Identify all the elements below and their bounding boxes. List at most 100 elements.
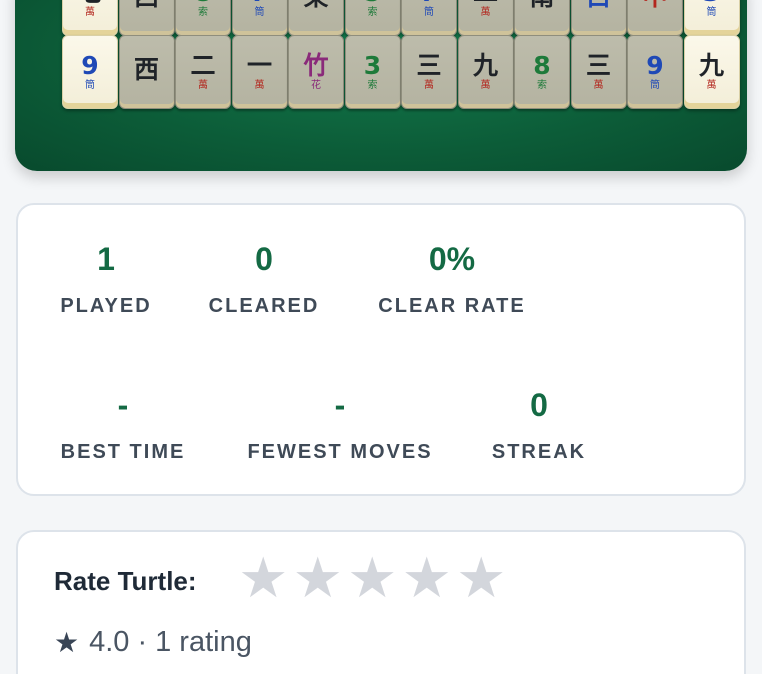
tile-row-2: 9筒西二萬一萬竹花3索三萬九萬8索三萬9筒九萬 [62, 35, 740, 109]
star-icon[interactable]: ★ [291, 550, 346, 606]
mahjong-tile[interactable]: 3索 [344, 35, 401, 109]
tile-face: 7 [420, 0, 437, 5]
tile-suit: 索 [367, 7, 378, 18]
stat-played: 1 PLAYED [18, 243, 194, 318]
tile-face: 九 [698, 51, 724, 80]
tile-suit: 萬 [593, 80, 604, 91]
tile-suit: 筒 [650, 80, 660, 91]
game-board: 七萬西8索7筒東5索7筒二萬南白中3筒 9筒西二萬一萬竹花3索三萬九萬8索三萬9… [15, 0, 747, 171]
mahjong-tile[interactable]: 南 [514, 0, 570, 36]
mahjong-tile[interactable]: 二萬 [457, 0, 514, 36]
mahjong-tile[interactable]: 白 [570, 0, 627, 36]
tile-face: 七 [77, 0, 102, 5]
mahjong-tile[interactable]: 8索 [175, 0, 231, 36]
mahjong-tile[interactable]: 三萬 [401, 35, 457, 109]
tile-face: 中 [642, 0, 667, 9]
stat-best-time: - BEST TIME [48, 389, 198, 464]
tile-suit: 筒 [706, 7, 717, 18]
stat-cleared: 0 CLEARED [196, 243, 332, 318]
tile-suit: 萬 [254, 80, 265, 91]
tile-face: 三 [416, 51, 442, 80]
tile-face: 8 [194, 0, 211, 5]
tile-suit: 筒 [424, 7, 434, 18]
mahjong-tile[interactable]: 西 [118, 0, 175, 36]
tile-face: 二 [473, 0, 498, 5]
tile-suit: 萬 [480, 80, 491, 91]
mahjong-tile[interactable]: 7筒 [231, 0, 288, 36]
mahjong-tile[interactable]: 7筒 [401, 0, 457, 36]
mahjong-tile[interactable]: 九萬 [457, 35, 514, 109]
stat-streak: 0 STREAK [484, 389, 594, 464]
tile-suit: 萬 [198, 80, 208, 91]
tile-face: 西 [133, 54, 159, 84]
stat-fewest-moves-label: FEWEST MOVES [247, 441, 433, 463]
tile-face: 3 [703, 0, 720, 5]
tile-face: 3 [363, 51, 382, 80]
rating-average: 4.0 [89, 626, 130, 658]
mahjong-tile[interactable]: 西 [118, 35, 175, 109]
star-filled-icon: ★ [54, 627, 80, 658]
tile-suit: 索 [367, 80, 378, 91]
tile-suit: 萬 [480, 7, 491, 18]
tile-suit: 萬 [85, 7, 95, 18]
star-icon[interactable]: ★ [345, 550, 400, 606]
mahjong-tile[interactable]: 9筒 [62, 35, 118, 109]
tile-face: 8 [533, 51, 551, 80]
mahjong-tile[interactable]: 七萬 [62, 0, 118, 36]
mahjong-tile[interactable]: 5索 [344, 0, 401, 36]
rating-separator: · [137, 626, 148, 658]
stat-streak-label: STREAK [491, 441, 587, 463]
tile-suit: 索 [198, 7, 208, 18]
tile-row-1: 七萬西8索7筒東5索7筒二萬南白中3筒 [62, 0, 740, 36]
tile-face: 7 [251, 0, 268, 5]
stats-card: 1 PLAYED 0 CLEARED 0% CLEAR RATE - BEST … [16, 203, 746, 496]
stat-played-value: 1 [97, 241, 115, 277]
mahjong-tile[interactable]: 中 [627, 0, 683, 36]
mahjong-tile[interactable]: 九萬 [683, 35, 740, 109]
stat-cleared-label: CLEARED [208, 295, 320, 317]
stat-streak-value: 0 [530, 387, 548, 423]
rating-card: Rate Turtle: ★ ★ ★ ★ ★ ★ 4.0 · 1 rating [16, 530, 746, 674]
tile-suit: 筒 [254, 7, 265, 18]
rating-summary: ★ 4.0 · 1 rating [54, 626, 252, 659]
tile-face: 5 [364, 0, 381, 5]
stat-fewest-moves: - FEWEST MOVES [240, 389, 440, 464]
stat-best-time-label: BEST TIME [60, 441, 186, 463]
tile-suit: 萬 [424, 80, 434, 91]
tile-suit: 萬 [706, 80, 717, 91]
star-icon[interactable]: ★ [400, 550, 455, 606]
tile-face: 竹 [303, 51, 329, 80]
mahjong-tile[interactable]: 3筒 [683, 0, 740, 36]
mahjong-tile[interactable]: 一萬 [231, 35, 288, 109]
stat-clear-rate-value: 0% [428, 241, 476, 277]
tile-face: 東 [303, 0, 328, 9]
tile-face: 二 [190, 51, 216, 80]
tile-face: 西 [134, 0, 159, 9]
rating-title: Rate Turtle: [54, 566, 197, 596]
stat-cleared-value: 0 [255, 241, 273, 277]
stat-clear-rate: 0% CLEAR RATE [374, 243, 530, 318]
star-rating-input: ★ ★ ★ ★ ★ [236, 550, 509, 606]
tile-face: 九 [472, 51, 498, 80]
tile-face: 白 [586, 0, 611, 9]
tile-face: 三 [585, 51, 611, 80]
stat-played-label: PLAYED [60, 295, 152, 317]
mahjong-tile[interactable]: 8索 [514, 35, 570, 109]
stat-best-time-value: - [117, 387, 129, 423]
star-icon[interactable]: ★ [236, 550, 291, 606]
mahjong-tile[interactable]: 9筒 [627, 35, 683, 109]
mahjong-tile[interactable]: 三萬 [570, 35, 627, 109]
mahjong-tile[interactable]: 竹花 [288, 35, 344, 109]
rating-count: 1 rating [155, 626, 252, 658]
mahjong-tile[interactable]: 二萬 [175, 35, 231, 109]
tile-suit: 索 [537, 80, 547, 91]
stat-clear-rate-label: CLEAR RATE [378, 295, 526, 317]
tile-face: 一 [246, 51, 272, 80]
mahjong-tile[interactable]: 東 [288, 0, 344, 36]
stat-fewest-moves-value: - [334, 387, 346, 423]
tile-face: 9 [646, 51, 664, 80]
tile-face: 南 [529, 0, 554, 9]
star-icon[interactable]: ★ [454, 550, 509, 606]
tile-suit: 筒 [85, 80, 95, 91]
tile-face: 9 [81, 51, 99, 80]
